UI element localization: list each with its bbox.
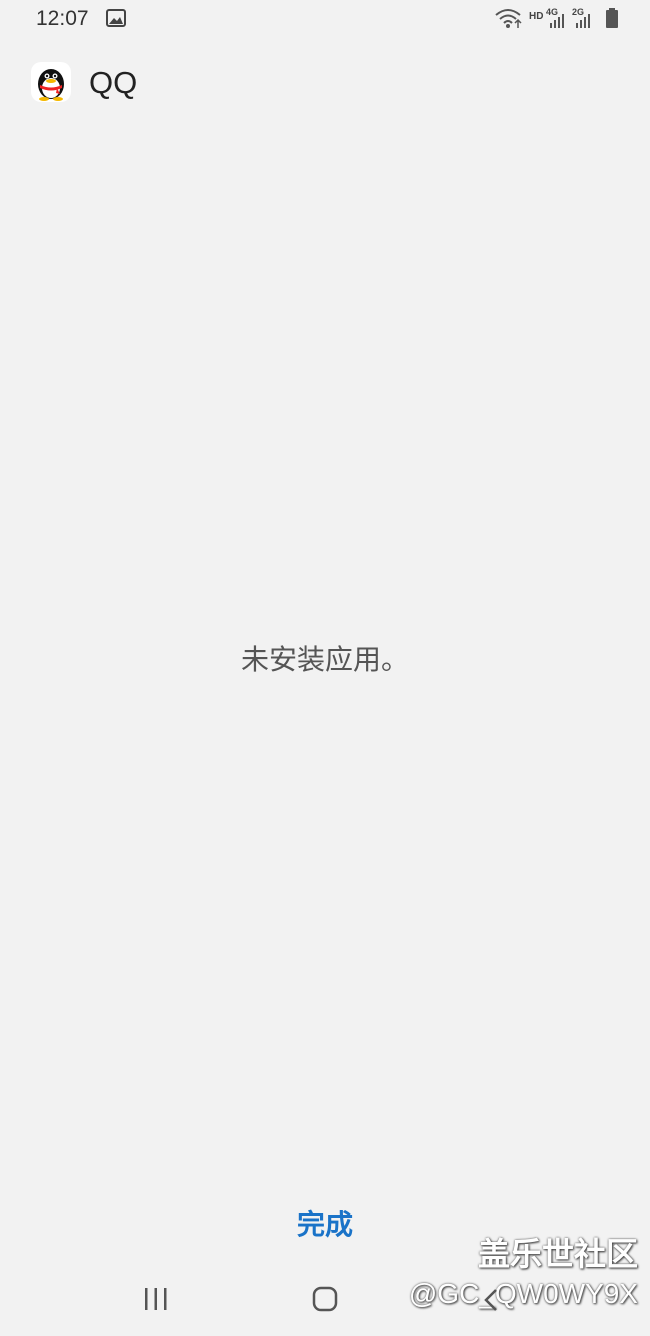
signal-bars-icon: 4G bbox=[546, 7, 564, 28]
status-time: 12:07 bbox=[36, 7, 89, 30]
signal-bars-icon: 2G bbox=[572, 7, 590, 28]
recent-apps-icon[interactable] bbox=[143, 1287, 169, 1311]
gallery-notification-icon bbox=[106, 9, 126, 27]
signal-4g-indicator: 4G bbox=[546, 6, 568, 35]
home-icon[interactable] bbox=[312, 1286, 338, 1312]
wifi-icon bbox=[495, 9, 522, 28]
navigation-bar bbox=[0, 1270, 650, 1336]
qq-penguin-icon bbox=[31, 62, 71, 102]
watermark-title: 盖乐世社区 bbox=[477, 1236, 638, 1272]
status-bar: 12:07 HD 4G 2G bbox=[0, 0, 650, 38]
app-header: QQ bbox=[0, 58, 650, 108]
app-name: QQ bbox=[89, 65, 138, 100]
hd-indicator: HD bbox=[529, 11, 544, 22]
signal-2g-indicator: 2G bbox=[572, 6, 594, 35]
signal-4g-label: 4G bbox=[546, 7, 558, 17]
battery-icon bbox=[606, 8, 618, 28]
install-status-message: 未安装应用。 bbox=[240, 644, 409, 675]
back-icon[interactable] bbox=[482, 1288, 502, 1312]
done-button[interactable]: 完成 bbox=[265, 1198, 385, 1248]
signal-2g-label: 2G bbox=[572, 7, 584, 17]
